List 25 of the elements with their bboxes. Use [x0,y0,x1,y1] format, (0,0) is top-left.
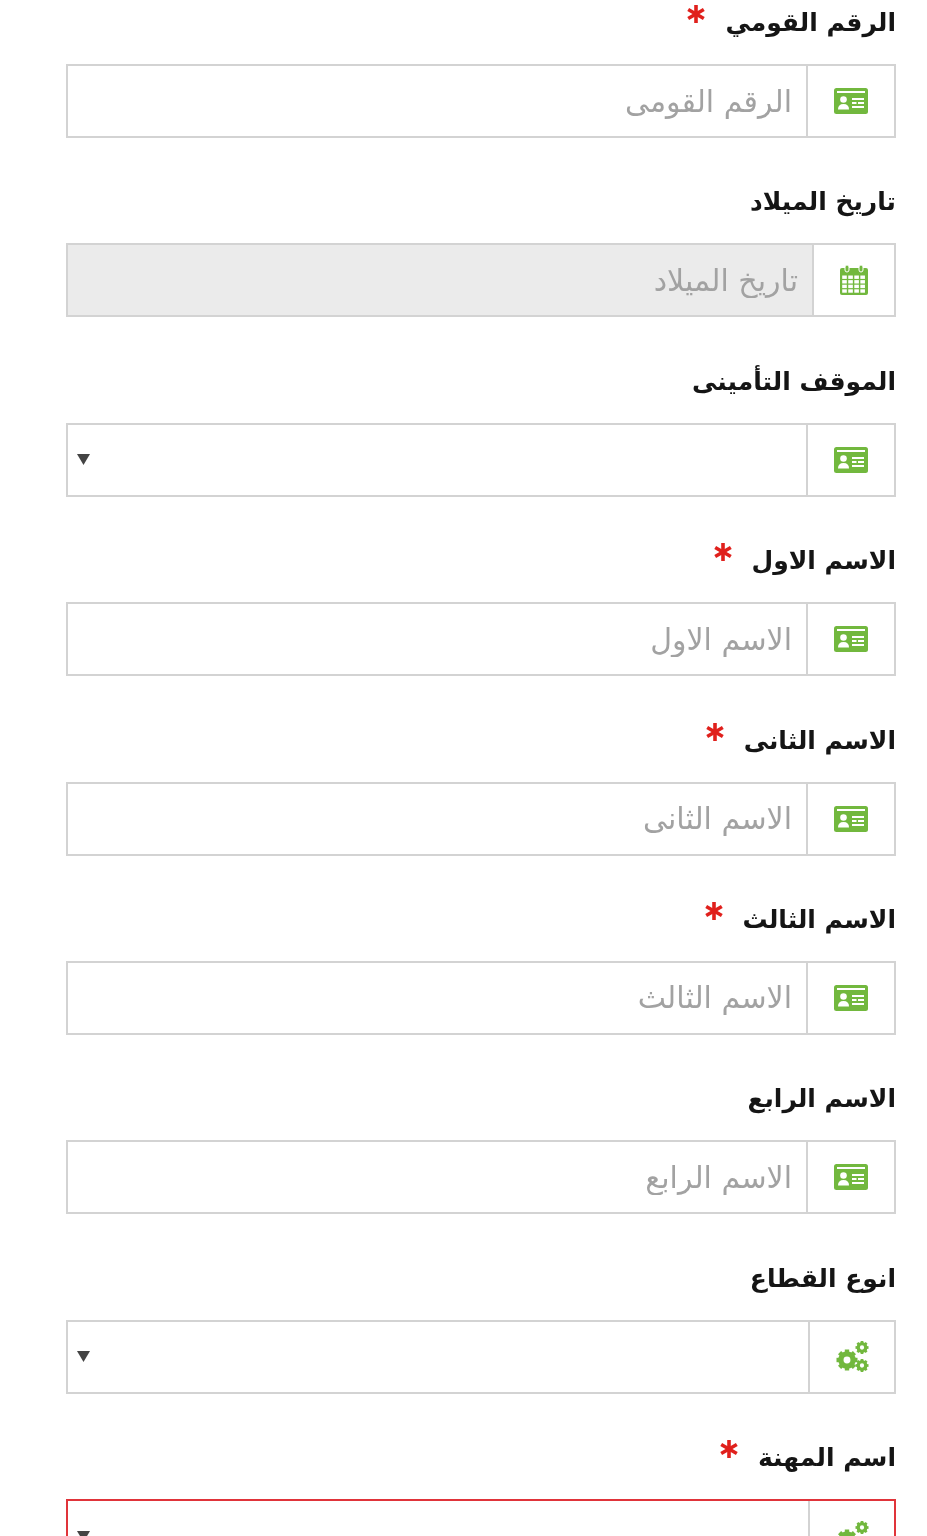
field-label: الاسم الثانى [743,724,896,757]
caret-down-icon [77,454,90,466]
text-field[interactable]: الاسم الاول [66,602,896,677]
id-card-icon [834,984,868,1011]
field-label: اسم المهنة [757,1442,896,1475]
field-label: تاريخ الميلاد [750,186,896,219]
text-field[interactable]: الرقم القومى [66,64,896,138]
field-label: الموقف التأمينى [692,364,896,398]
id-card-icon [834,88,868,114]
field-label: الاسم الاول [751,545,896,578]
dropdown-field[interactable] [66,1499,896,1536]
caret-down-icon [77,1351,90,1363]
id-card-icon [834,805,868,832]
id-card-icon [834,626,868,653]
field-label: الاسم الثالث [742,903,896,936]
calendar-icon [840,265,868,296]
text-field[interactable]: الاسم الثالث [66,960,896,1035]
field-label: الرقم القومي [725,7,896,40]
field-label: الاسم الرابع [747,1083,896,1116]
text-field[interactable]: الاسم الرابع [66,1140,896,1215]
text-field[interactable]: الاسم الثانى [66,781,896,856]
id-card-icon [834,446,868,473]
field-label: انوع القطاع [749,1262,896,1295]
gears-icon [835,1340,869,1374]
id-card-icon [834,1164,868,1191]
